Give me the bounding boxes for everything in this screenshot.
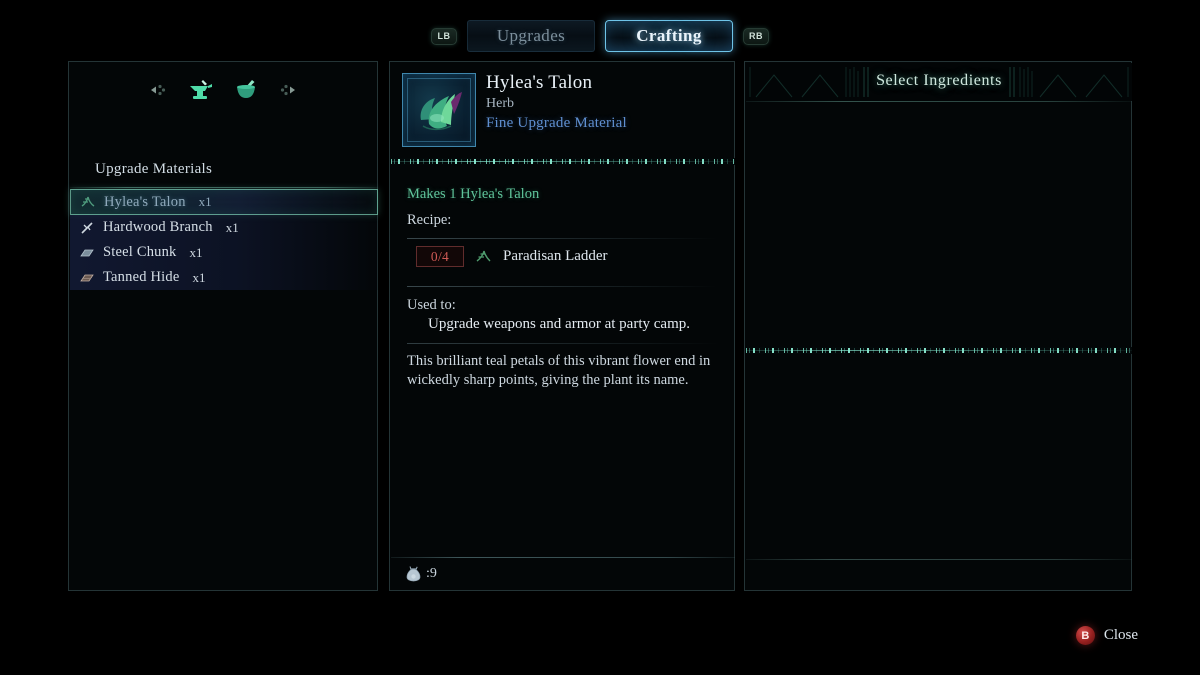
used-to-label: Used to: bbox=[407, 297, 456, 313]
leather-hide-icon bbox=[79, 270, 95, 286]
list-item[interactable]: Hylea's Talon x1 bbox=[70, 189, 378, 215]
item-detail-panel: Hylea's Talon Herb Fine Upgrade Material… bbox=[389, 61, 735, 591]
panel-title: Select Ingredients bbox=[876, 72, 1002, 89]
hyleas-talon-herb-icon bbox=[420, 92, 462, 131]
materials-list: Hylea's Talon x1 Hardwood Branch x1 Stee… bbox=[70, 189, 378, 290]
panel-title: Upgrade Materials bbox=[95, 161, 213, 177]
item-description: This brilliant teal petals of this vibra… bbox=[407, 353, 711, 388]
divider bbox=[407, 343, 719, 344]
decorative-divider bbox=[746, 347, 1132, 354]
list-item-label: Steel Chunk bbox=[103, 244, 177, 260]
right-bumper-icon[interactable]: RB bbox=[743, 27, 769, 45]
b-button-icon: B bbox=[1075, 626, 1095, 645]
branch-icon bbox=[79, 220, 95, 236]
item-rarity: Fine Upgrade Material bbox=[486, 115, 627, 131]
anvil-icon[interactable] bbox=[185, 77, 215, 103]
close-label: Close bbox=[1103, 627, 1138, 643]
select-ingredients-panel: Select Ingredients bbox=[744, 61, 1132, 591]
list-item-label: Tanned Hide bbox=[103, 269, 180, 285]
pouch-count: :9 bbox=[426, 565, 437, 581]
list-item-qty: x1 bbox=[189, 244, 203, 260]
herb-leaf-icon bbox=[475, 248, 492, 265]
divider bbox=[407, 286, 717, 287]
herb-leaf-icon bbox=[80, 194, 96, 210]
tab-bar: LB Upgrades Crafting RB bbox=[0, 18, 1200, 54]
divider bbox=[746, 559, 1132, 560]
list-item-qty: x1 bbox=[225, 219, 239, 235]
divider bbox=[746, 101, 1132, 102]
tab-upgrades[interactable]: Upgrades bbox=[467, 20, 595, 52]
mortar-pestle-icon[interactable] bbox=[231, 77, 261, 103]
list-item-label: Hardwood Branch bbox=[103, 219, 213, 235]
recipe-ingredient-row[interactable]: 0/4 Paradisan Ladder bbox=[416, 246, 608, 267]
upgrade-materials-panel: Upgrade Materials Hylea's Talon x1 Hardw… bbox=[68, 61, 378, 591]
ingredient-name: Paradisan Ladder bbox=[503, 248, 608, 264]
list-item-qty: x1 bbox=[192, 269, 206, 285]
list-item[interactable]: Tanned Hide x1 bbox=[70, 265, 378, 290]
recipe-label: Recipe: bbox=[407, 212, 452, 228]
ingredients-panel-header: Select Ingredients bbox=[746, 63, 1132, 101]
left-bumper-icon[interactable]: LB bbox=[431, 27, 457, 45]
used-to-text: Upgrade weapons and armor at party camp. bbox=[428, 316, 690, 332]
divider bbox=[407, 238, 717, 239]
right-arrow-icon[interactable] bbox=[277, 79, 299, 101]
item-type: Herb bbox=[486, 96, 514, 111]
decorative-divider bbox=[391, 158, 735, 165]
list-item[interactable]: Hardwood Branch x1 bbox=[70, 215, 378, 240]
ingredient-count-badge: 0/4 bbox=[416, 246, 464, 267]
category-selector bbox=[69, 75, 377, 105]
item-thumbnail bbox=[402, 73, 476, 147]
item-name: Hylea's Talon bbox=[486, 72, 593, 93]
list-item-qty: x1 bbox=[198, 194, 212, 209]
left-arrow-icon[interactable] bbox=[147, 79, 169, 101]
list-item-label: Hylea's Talon bbox=[104, 193, 186, 210]
detail-panel-footer: :9 bbox=[391, 558, 735, 589]
metal-ingot-icon bbox=[79, 245, 95, 261]
close-prompt[interactable]: B Close bbox=[1075, 626, 1138, 645]
makes-line: Makes 1 Hylea's Talon bbox=[407, 186, 540, 202]
list-item[interactable]: Steel Chunk x1 bbox=[70, 240, 378, 265]
tab-crafting[interactable]: Crafting bbox=[605, 20, 733, 52]
coin-pouch-icon bbox=[404, 564, 423, 583]
divider bbox=[70, 187, 378, 188]
